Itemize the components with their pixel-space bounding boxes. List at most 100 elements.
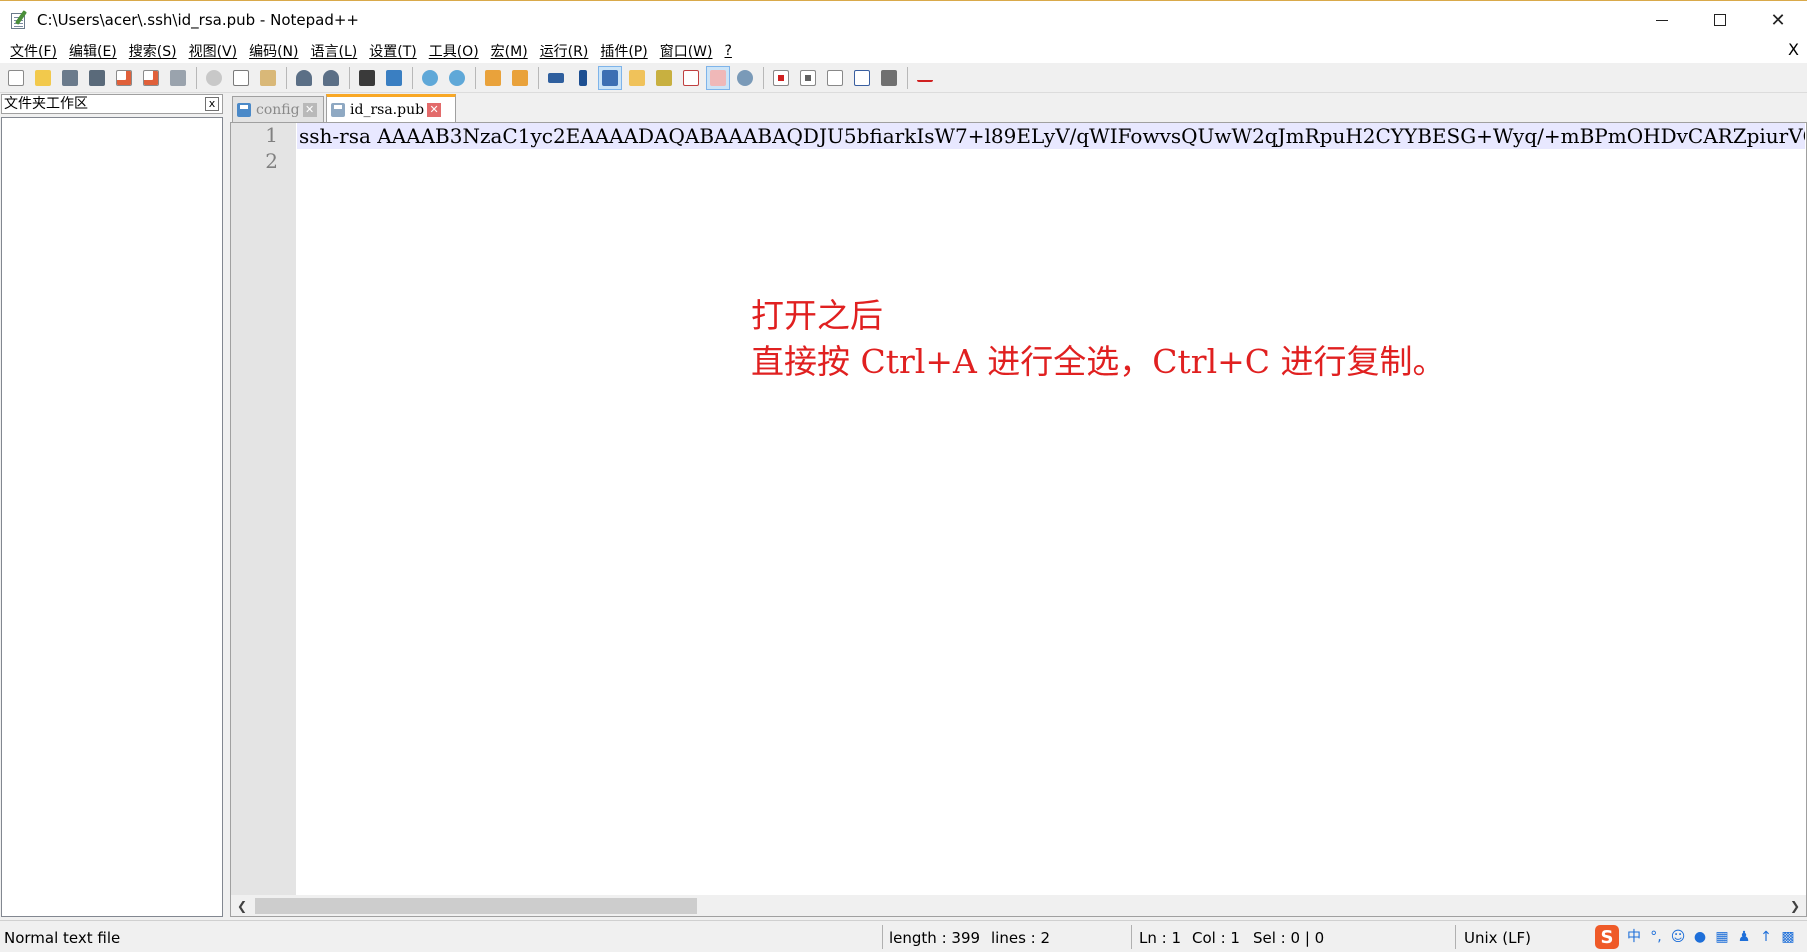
menu-help[interactable]: ? — [719, 43, 738, 59]
word-wrap-button[interactable] — [544, 66, 568, 90]
cut-button[interactable] — [202, 66, 226, 90]
scrollbar-thumb[interactable] — [255, 898, 697, 914]
upload-icon[interactable]: ↑ — [1757, 928, 1775, 946]
replace-icon — [386, 69, 402, 86]
user-language-button[interactable] — [625, 66, 649, 90]
menu-file[interactable]: 文件(F) — [4, 41, 63, 61]
save-macro-button[interactable] — [877, 66, 901, 90]
record-macro-button[interactable] — [769, 66, 793, 90]
menu-language[interactable]: 语言(L) — [305, 41, 364, 61]
copy-icon — [233, 69, 249, 86]
zoom-in-button[interactable] — [418, 66, 442, 90]
monitoring-button[interactable] — [733, 66, 757, 90]
copy-button[interactable] — [229, 66, 253, 90]
notepad-app-icon — [9, 9, 29, 30]
ime-chinese-mode[interactable]: 中 — [1625, 928, 1643, 946]
new-file-button[interactable] — [4, 66, 28, 90]
microphone-icon[interactable]: ● — [1691, 928, 1709, 946]
menu-view[interactable]: 视图(V) — [183, 41, 244, 61]
close-all-icon — [143, 69, 159, 86]
code-line-1[interactable]: ssh-rsa AAAAB3NzaC1yc2EAAAADAQABAAABAQDJ… — [297, 123, 1805, 149]
toolbar-separator — [538, 66, 539, 89]
menu-tools[interactable]: 工具(O) — [423, 41, 485, 61]
sync-vertical-button[interactable] — [481, 66, 505, 90]
tab-close-icon[interactable]: ✕ — [302, 102, 317, 117]
play-icon — [827, 69, 843, 86]
folder-panel-close-button[interactable]: x — [205, 97, 219, 111]
menu-edit[interactable]: 编辑(E) — [63, 41, 123, 61]
menu-macro[interactable]: 宏(M) — [485, 41, 534, 61]
undo-icon — [296, 69, 312, 86]
emoji-icon[interactable]: ☺ — [1669, 928, 1687, 946]
user-icon[interactable]: ♟ — [1735, 928, 1753, 946]
zoom-out-button[interactable] — [445, 66, 469, 90]
menu-search[interactable]: 搜索(S) — [123, 41, 183, 61]
scroll-left-icon[interactable]: ❮ — [231, 895, 253, 917]
sogou-ime-icon[interactable]: S — [1595, 925, 1619, 949]
close-file-button[interactable] — [112, 66, 136, 90]
replace-button[interactable] — [382, 66, 406, 90]
saved-file-icon — [237, 102, 251, 117]
close-document-button[interactable]: X — [1788, 40, 1799, 59]
punctuation-icon[interactable]: °, — [1647, 928, 1665, 946]
play-macro-button[interactable] — [823, 66, 847, 90]
ime-toolbar: S 中 °, ☺ ● ▦ ♟ ↑ ▩ — [1595, 924, 1801, 950]
close-button[interactable]: ✕ — [1749, 1, 1807, 39]
status-sel: Sel : 0 | 0 — [1253, 929, 1325, 947]
editor-area[interactable]: 1 2 ssh-rsa AAAAB3NzaC1yc2EAAAADAQABAAAB… — [230, 122, 1807, 896]
redo-button[interactable] — [319, 66, 343, 90]
menu-run[interactable]: 运行(R) — [534, 41, 595, 61]
horizontal-scrollbar[interactable]: ❮ ❯ — [230, 895, 1807, 917]
spell-check-button[interactable] — [913, 66, 937, 90]
minimize-button[interactable] — [1633, 1, 1691, 39]
close-all-button[interactable] — [139, 66, 163, 90]
menu-bar: 文件(F) 编辑(E) 搜索(S) 视图(V) 编码(N) 语言(L) 设置(T… — [0, 38, 1807, 63]
tab-id-rsa-pub[interactable]: id_rsa.pub ✕ — [326, 94, 456, 122]
toolbar-separator — [196, 66, 197, 89]
function-list-button[interactable] — [679, 66, 703, 90]
folder-tree[interactable] — [1, 117, 223, 917]
indent-guide-button[interactable] — [598, 65, 622, 90]
function-list-icon — [683, 69, 699, 86]
menu-settings[interactable]: 设置(T) — [363, 41, 422, 61]
menu-encoding[interactable]: 编码(N) — [243, 41, 304, 61]
menu-window[interactable]: 窗口(W) — [654, 41, 719, 61]
tab-label: id_rsa.pub — [350, 101, 425, 118]
status-col: Col : 1 — [1192, 929, 1240, 947]
run-macro-multiple-button[interactable] — [850, 66, 874, 90]
save-macro-icon — [881, 69, 897, 86]
keyboard-icon[interactable]: ▦ — [1713, 928, 1731, 946]
user-language-icon — [629, 69, 645, 86]
print-button[interactable] — [166, 66, 190, 90]
ime-settings-icon[interactable]: ▩ — [1779, 928, 1797, 946]
folder-workspace-panel: 文件夹工作区 x — [0, 94, 224, 920]
undo-button[interactable] — [292, 66, 316, 90]
toolbar-separator — [286, 66, 287, 89]
eye-icon — [737, 69, 753, 86]
status-separator — [1455, 925, 1456, 949]
toolbar-separator — [763, 66, 764, 89]
find-button[interactable] — [355, 66, 379, 90]
status-lines: lines : 2 — [991, 929, 1051, 947]
tab-close-icon[interactable]: ✕ — [427, 102, 442, 117]
folder-as-workspace-button[interactable] — [706, 65, 730, 90]
line-number-gutter: 1 2 — [231, 123, 296, 895]
scissors-icon — [206, 69, 222, 86]
open-file-button[interactable] — [31, 66, 55, 90]
code-line-2[interactable] — [297, 149, 1805, 175]
document-map-button[interactable] — [652, 66, 676, 90]
window-title: C:\Users\acer\.ssh\id_rsa.pub - Notepad+… — [37, 10, 359, 29]
tab-config[interactable]: config ✕ — [232, 96, 324, 122]
title-bar: C:\Users\acer\.ssh\id_rsa.pub - Notepad+… — [0, 0, 1807, 38]
paste-button[interactable] — [256, 66, 280, 90]
stop-macro-button[interactable] — [796, 66, 820, 90]
binoculars-icon — [359, 69, 375, 86]
sync-horizontal-button[interactable] — [508, 66, 532, 90]
maximize-icon — [1714, 14, 1726, 26]
menu-plugins[interactable]: 插件(P) — [594, 41, 653, 61]
save-all-button[interactable] — [85, 66, 109, 90]
save-button[interactable] — [58, 66, 82, 90]
show-all-characters-button[interactable] — [571, 66, 595, 90]
scroll-right-icon[interactable]: ❯ — [1784, 895, 1806, 917]
maximize-button[interactable] — [1691, 1, 1749, 39]
